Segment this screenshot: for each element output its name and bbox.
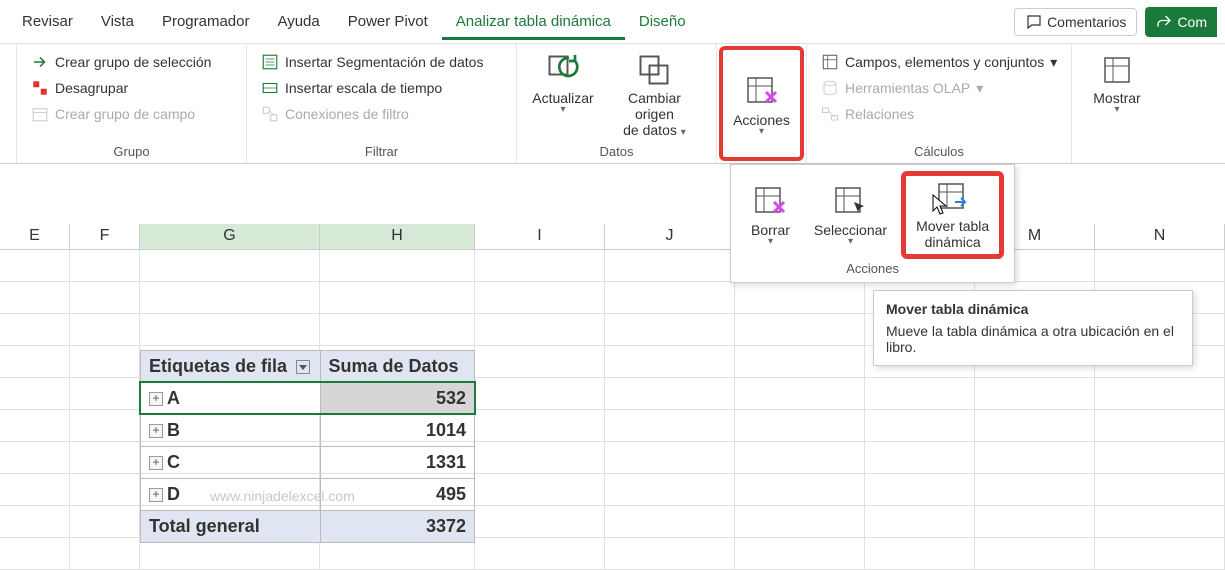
- expand-icon[interactable]: +: [149, 456, 163, 470]
- arrow-right-icon: [31, 53, 49, 71]
- pivot-total-value: 3372: [320, 511, 474, 543]
- expand-icon[interactable]: +: [149, 392, 163, 406]
- comentarios-button[interactable]: Comentarios: [1014, 8, 1137, 36]
- chevron-down-icon: ▾: [560, 106, 565, 114]
- mostrar-button[interactable]: Mostrar ▾: [1082, 48, 1152, 118]
- desagrupar[interactable]: Desagrupar: [25, 76, 217, 100]
- chevron-down-icon: ▾: [1050, 54, 1057, 71]
- tab-vista[interactable]: Vista: [87, 3, 148, 40]
- crear-grupo-campo: Crear grupo de campo: [25, 102, 217, 126]
- watermark: www.ninjadelexcel.com: [210, 488, 355, 504]
- col-header[interactable]: F: [70, 224, 140, 249]
- filter-connections-icon: [261, 105, 279, 123]
- acciones-panel-label: Acciones: [741, 259, 1004, 280]
- pivot-row: +B 1014: [141, 415, 475, 447]
- borrar-button[interactable]: Borrar ▾: [741, 171, 800, 259]
- col-header[interactable]: N: [1095, 224, 1225, 249]
- com-label: Com: [1177, 14, 1207, 30]
- chevron-down-icon: ▾: [848, 238, 853, 246]
- datos-label: Datos: [525, 142, 708, 161]
- pivot-header-rows: Etiquetas de fila: [149, 356, 287, 376]
- fields-icon: [821, 53, 839, 71]
- herramientas-olap: Herramientas OLAP ▾: [815, 76, 1063, 100]
- tab-powerpivot[interactable]: Power Pivot: [334, 3, 442, 40]
- conexiones-filtro: Conexiones de filtro: [255, 102, 489, 126]
- comment-icon: [1025, 13, 1043, 31]
- olap-icon: [821, 79, 839, 97]
- insertar-segmentacion[interactable]: Insertar Segmentación de datos: [255, 50, 489, 74]
- chevron-down-icon: ▾: [976, 80, 983, 97]
- move-pivot-icon: [935, 180, 971, 216]
- ribbon-group-grupo: Crear grupo de selección Desagrupar Crea…: [17, 44, 247, 163]
- ribbon-group-filtrar: Insertar Segmentación de datos Insertar …: [247, 44, 517, 163]
- ribbon-tabs: Revisar Vista Programador Ayuda Power Pi…: [0, 0, 1225, 44]
- clear-pivot-icon: [744, 74, 780, 110]
- acciones-panel: Borrar ▾ Seleccionar ▾ Mover tabla dinám…: [730, 164, 1015, 283]
- seleccionar-button[interactable]: Seleccionar ▾: [804, 171, 897, 259]
- com-button[interactable]: Com: [1145, 7, 1217, 37]
- tab-analizar[interactable]: Analizar tabla dinámica: [442, 3, 625, 40]
- pivot-row: +C 1331: [141, 447, 475, 479]
- tooltip-title: Mover tabla dinámica: [886, 301, 1180, 317]
- chevron-down-icon: ▾: [768, 238, 773, 246]
- acciones-button[interactable]: Acciones ▾: [723, 68, 800, 140]
- tab-ayuda[interactable]: Ayuda: [263, 3, 333, 40]
- chevron-down-icon: ▾: [759, 128, 764, 136]
- ribbon: Crear grupo de selección Desagrupar Crea…: [0, 44, 1225, 164]
- spreadsheet: E F G H I J K L M N Etiquetas de fila: [0, 224, 1225, 570]
- share-icon: [1155, 13, 1173, 31]
- col-header[interactable]: H: [320, 224, 475, 249]
- campos-elementos[interactable]: Campos, elementos y conjuntos ▾: [815, 50, 1063, 74]
- crear-grupo-seleccion[interactable]: Crear grupo de selección: [25, 50, 217, 74]
- column-headers: E F G H I J K L M N: [0, 224, 1225, 250]
- pivot-row: +A 532: [141, 383, 475, 415]
- ribbon-group-datos: Actualizar ▾ Cambiar origen de datos ▾ D…: [517, 44, 717, 163]
- filter-dropdown-icon[interactable]: [296, 360, 310, 374]
- calendar-icon: [31, 105, 49, 123]
- pivot-total-label: Total general: [141, 511, 321, 543]
- col-header[interactable]: E: [0, 224, 70, 249]
- filtrar-label: Filtrar: [255, 142, 508, 161]
- comentarios-label: Comentarios: [1047, 14, 1126, 30]
- col-header[interactable]: G: [140, 224, 320, 249]
- expand-icon[interactable]: +: [149, 424, 163, 438]
- clear-icon: [752, 184, 788, 220]
- ribbon-group-mostrar: Mostrar ▾: [1072, 44, 1162, 163]
- tooltip-body: Mueve la tabla dinámica a otra ubicación…: [886, 323, 1180, 355]
- ribbon-group-calculos: Campos, elementos y conjuntos ▾ Herramie…: [807, 44, 1072, 163]
- change-source-icon: [636, 52, 672, 88]
- expand-icon[interactable]: +: [149, 488, 163, 502]
- chevron-down-icon: ▾: [1114, 106, 1119, 114]
- ungroup-icon: [31, 79, 49, 97]
- mover-tabla-button[interactable]: Mover tabla dinámica: [906, 176, 999, 254]
- slicer-icon: [261, 53, 279, 71]
- calculos-label: Cálculos: [815, 142, 1063, 161]
- tab-revisar[interactable]: Revisar: [8, 3, 87, 40]
- grupo-label: Grupo: [25, 142, 238, 161]
- col-header[interactable]: I: [475, 224, 605, 249]
- relaciones: Relaciones: [815, 102, 1063, 126]
- cambiar-origen-button[interactable]: Cambiar origen de datos ▾: [601, 48, 708, 142]
- tab-diseno[interactable]: Diseño: [625, 3, 700, 40]
- pivot-table[interactable]: Etiquetas de fila Suma de Datos +A 532 +…: [140, 350, 475, 543]
- col-header[interactable]: J: [605, 224, 735, 249]
- pivot-header-values: Suma de Datos: [320, 351, 474, 383]
- select-icon: [832, 184, 868, 220]
- actualizar-button[interactable]: Actualizar ▾: [525, 48, 601, 118]
- insertar-escala-tiempo[interactable]: Insertar escala de tiempo: [255, 76, 489, 100]
- relations-icon: [821, 105, 839, 123]
- tooltip: Mover tabla dinámica Mueve la tabla diná…: [873, 290, 1193, 366]
- tab-programador[interactable]: Programador: [148, 3, 264, 40]
- timeline-icon: [261, 79, 279, 97]
- show-icon: [1099, 52, 1135, 88]
- ribbon-group-acciones: Acciones ▾: [717, 44, 807, 163]
- refresh-icon: [545, 52, 581, 88]
- chevron-down-icon: ▾: [681, 127, 686, 138]
